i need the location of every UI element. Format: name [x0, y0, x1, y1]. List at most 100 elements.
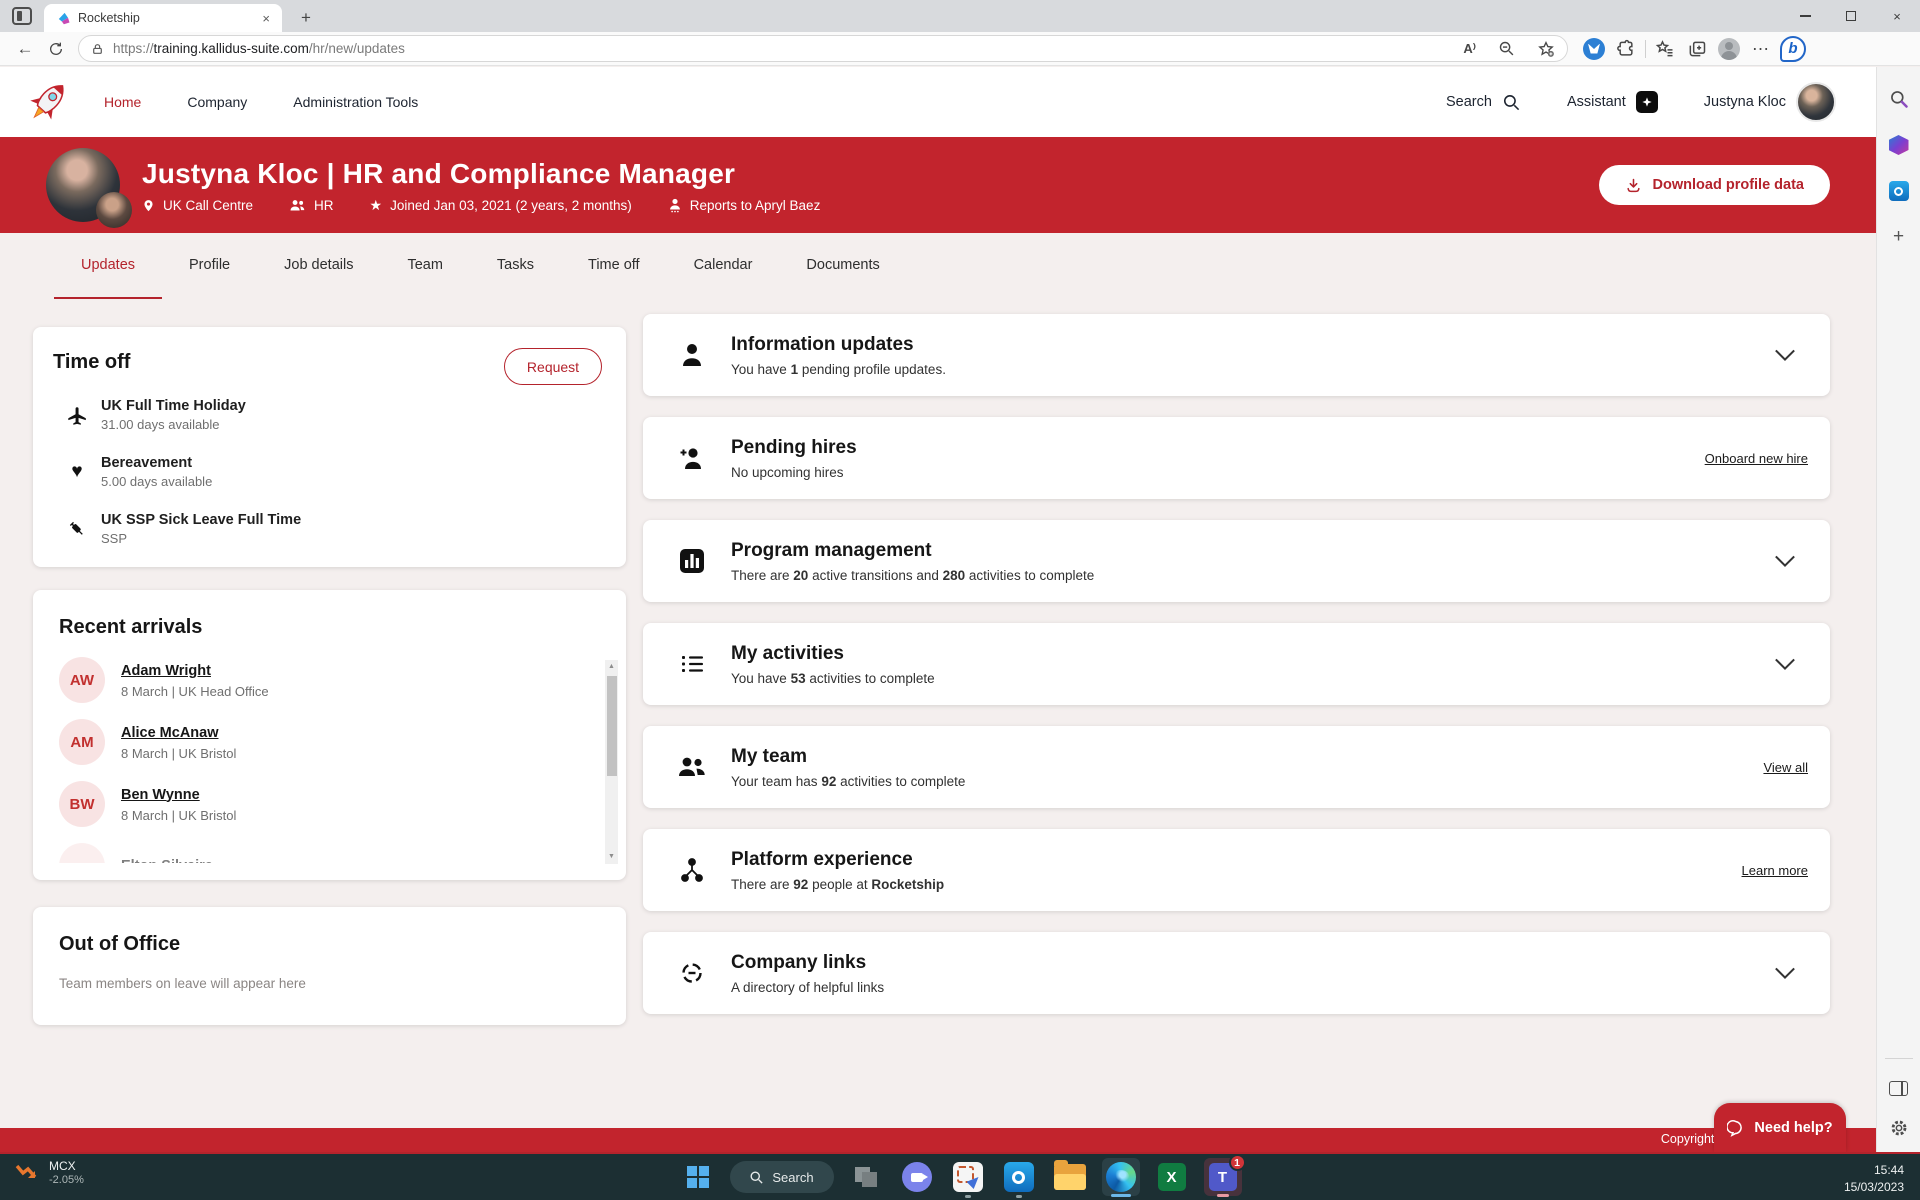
- maximize-button[interactable]: [1828, 0, 1874, 32]
- time-off-item-bereavement: ♥ Bereavement5.00 days available: [53, 455, 600, 489]
- extension-wolf-icon[interactable]: [1578, 38, 1610, 60]
- edge-icon[interactable]: [1102, 1158, 1140, 1196]
- read-aloud-icon[interactable]: A⁾: [1463, 41, 1476, 57]
- card-title: Platform experience: [731, 849, 944, 871]
- windows-taskbar: MCX -2.05% Search X T 1 15:44 15/03/2: [0, 1152, 1920, 1200]
- file-explorer-icon[interactable]: [1051, 1158, 1089, 1196]
- search-icon: [1502, 93, 1521, 112]
- team-icon: [677, 755, 707, 779]
- taskbar-clock[interactable]: 15:44 15/03/2023: [1844, 1162, 1904, 1197]
- close-window-button[interactable]: ×: [1874, 0, 1920, 32]
- profile-photo[interactable]: [46, 148, 120, 222]
- onboard-new-hire-link[interactable]: Onboard new hire: [1705, 451, 1808, 466]
- start-button[interactable]: [679, 1158, 717, 1196]
- tab-updates[interactable]: Updates: [54, 233, 162, 299]
- view-all-link[interactable]: View all: [1763, 760, 1808, 775]
- tab-actions-icon[interactable]: [12, 7, 32, 25]
- browser-profile-avatar[interactable]: [1713, 38, 1745, 60]
- people-icon: [289, 198, 306, 212]
- back-button[interactable]: ←: [10, 39, 40, 59]
- tab-team[interactable]: Team: [380, 233, 469, 299]
- plane-icon: [65, 405, 89, 426]
- scrollbar[interactable]: ▲ ▼: [605, 660, 618, 864]
- pending-hires-card[interactable]: Pending hires No upcoming hires Onboard …: [643, 417, 1830, 499]
- outlook-icon[interactable]: [1000, 1158, 1038, 1196]
- card-subtitle: There are 92 people at Rocketship: [731, 877, 944, 892]
- clock-date: 15/03/2023: [1844, 1179, 1904, 1196]
- nav-administration-tools[interactable]: Administration Tools: [293, 94, 418, 110]
- video-app-icon[interactable]: [898, 1158, 936, 1196]
- list-item: AW Adam Wright8 March | UK Head Office: [59, 657, 586, 703]
- scrollbar-thumb[interactable]: [607, 676, 617, 776]
- star-icon: ★: [370, 198, 383, 212]
- tab-time-off[interactable]: Time off: [561, 233, 667, 299]
- refresh-button[interactable]: [40, 41, 72, 57]
- task-view-button[interactable]: [847, 1158, 885, 1196]
- minimize-button[interactable]: [1782, 0, 1828, 32]
- collections-icon[interactable]: [1681, 39, 1713, 59]
- chevron-down-icon[interactable]: [1774, 348, 1796, 362]
- sidebar-add-icon[interactable]: +: [1893, 227, 1904, 246]
- nav-company[interactable]: Company: [187, 94, 247, 110]
- user-avatar: [1796, 82, 1836, 122]
- request-time-off-button[interactable]: Request: [504, 348, 602, 385]
- teams-icon[interactable]: T 1: [1204, 1158, 1242, 1196]
- tab-calendar[interactable]: Calendar: [667, 233, 780, 299]
- header-search[interactable]: Search: [1446, 93, 1521, 112]
- zoom-out-icon[interactable]: [1498, 40, 1515, 57]
- tab-documents[interactable]: Documents: [779, 233, 906, 299]
- extensions-puzzle-icon[interactable]: [1610, 39, 1642, 59]
- person-link[interactable]: Ben Wynne: [121, 787, 200, 803]
- list-item: Elton Silvaire: [59, 843, 586, 863]
- tab-job-details[interactable]: Job details: [257, 233, 380, 299]
- manager-photo[interactable]: [96, 192, 132, 228]
- company-links-card[interactable]: Company links A directory of helpful lin…: [643, 932, 1830, 1014]
- header-user[interactable]: Justyna Kloc: [1704, 82, 1836, 122]
- tab-tasks[interactable]: Tasks: [470, 233, 561, 299]
- sidebar-panel-icon[interactable]: [1889, 1081, 1908, 1096]
- favorites-icon[interactable]: [1649, 39, 1681, 59]
- scroll-down-icon[interactable]: ▼: [605, 850, 618, 864]
- chat-bubble-icon: [1727, 1119, 1745, 1137]
- tab-profile[interactable]: Profile: [162, 233, 257, 299]
- nav-home[interactable]: Home: [104, 94, 141, 110]
- chevron-down-icon[interactable]: [1774, 966, 1796, 980]
- settings-more-icon[interactable]: …: [1745, 34, 1777, 63]
- download-icon: [1625, 177, 1642, 194]
- sidebar-office-icon[interactable]: [1889, 135, 1909, 155]
- bar-chart-icon: [677, 548, 707, 574]
- tab-close-icon[interactable]: ×: [258, 11, 274, 26]
- my-activities-card[interactable]: My activities You have 53 activities to …: [643, 623, 1830, 705]
- chevron-down-icon[interactable]: [1774, 657, 1796, 671]
- information-updates-card[interactable]: Information updates You have 1 pending p…: [643, 314, 1830, 396]
- program-management-card[interactable]: Program management There are 20 active t…: [643, 520, 1830, 602]
- bing-chat-icon[interactable]: b: [1777, 36, 1809, 62]
- chevron-down-icon[interactable]: [1774, 554, 1796, 568]
- location-pin-icon: [142, 198, 155, 213]
- person-link[interactable]: Alice McAnaw: [121, 725, 219, 741]
- browser-tab[interactable]: Rocketship ×: [44, 4, 282, 32]
- snipping-tool-icon[interactable]: [949, 1158, 987, 1196]
- sidebar-outlook-icon[interactable]: [1889, 181, 1909, 201]
- person-link[interactable]: Elton Silvaire: [121, 858, 213, 863]
- browser-tab-bar: Rocketship × + ×: [0, 0, 1920, 32]
- learn-more-link[interactable]: Learn more: [1742, 863, 1808, 878]
- out-of-office-card: Out of Office Team members on leave will…: [33, 907, 626, 1025]
- scroll-up-icon[interactable]: ▲: [605, 660, 618, 674]
- download-profile-data-button[interactable]: Download profile data: [1599, 165, 1830, 205]
- add-favorite-icon[interactable]: [1537, 40, 1555, 58]
- sidebar-settings-icon[interactable]: [1889, 1118, 1909, 1138]
- person-link[interactable]: Adam Wright: [121, 663, 211, 679]
- header-assistant[interactable]: Assistant: [1567, 91, 1658, 113]
- edge-sidebar: +: [1876, 67, 1920, 1152]
- my-team-card[interactable]: My team Your team has 92 activities to c…: [643, 726, 1830, 808]
- sidebar-search-icon[interactable]: [1889, 89, 1909, 109]
- new-tab-button[interactable]: +: [294, 7, 318, 29]
- excel-icon[interactable]: X: [1153, 1158, 1191, 1196]
- need-help-button[interactable]: Need help?: [1714, 1103, 1846, 1152]
- address-bar[interactable]: https://training.kallidus-suite.com/hr/n…: [78, 35, 1568, 62]
- card-title: Pending hires: [731, 437, 857, 459]
- platform-experience-card[interactable]: Platform experience There are 92 people …: [643, 829, 1830, 911]
- taskbar-search[interactable]: Search: [730, 1161, 834, 1193]
- card-subtitle: No upcoming hires: [731, 465, 857, 480]
